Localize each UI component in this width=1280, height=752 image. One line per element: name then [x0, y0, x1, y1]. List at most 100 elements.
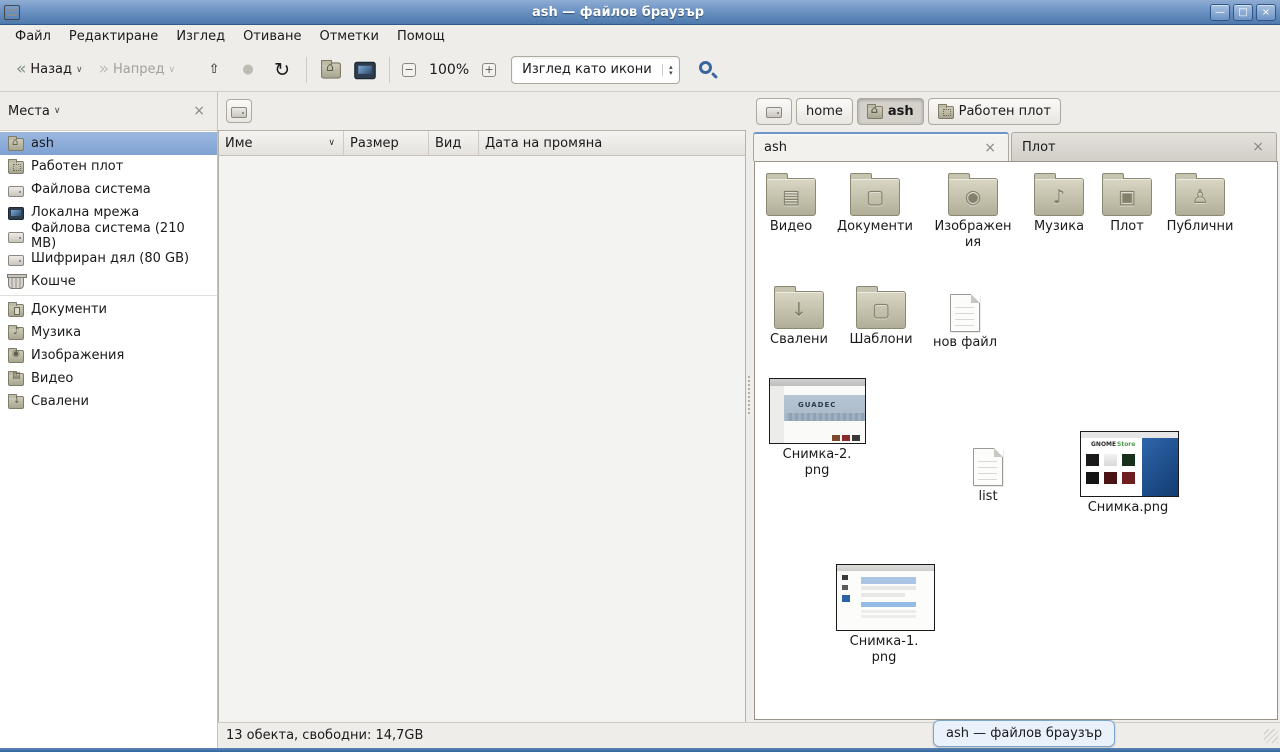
view-mode-select[interactable]: Изглед като икони ▴▾: [511, 56, 680, 84]
sidebar-close-button[interactable]: ×: [189, 103, 209, 119]
file-item[interactable]: Снимка-2. png: [769, 378, 865, 479]
maximize-button[interactable]: □: [1233, 4, 1253, 21]
menu-item[interactable]: Редактиране: [60, 27, 167, 46]
file-label: Изображен ия: [925, 219, 1021, 251]
place-icon: [8, 207, 24, 220]
menu-item[interactable]: Отиване: [234, 27, 310, 46]
tab[interactable]: ash ×: [753, 132, 1009, 161]
file-item[interactable]: Снимка-1. png: [836, 564, 932, 666]
sidebar-title: Места: [8, 104, 50, 119]
place-label: Кошче: [31, 274, 76, 289]
file-item[interactable]: ◉ Изображен ия: [925, 172, 1021, 251]
sidebar-item[interactable]: Файлова система (210 MB): [0, 224, 217, 247]
column-header-date[interactable]: Дата на промяна: [479, 131, 745, 155]
tab-label: Плот: [1022, 140, 1238, 155]
computer-button[interactable]: [348, 55, 382, 85]
minimize-button[interactable]: —: [1210, 4, 1230, 21]
emblem-icon: ▣: [1103, 179, 1151, 215]
column-header-name[interactable]: Име ∨: [219, 131, 344, 155]
stop-button[interactable]: ●: [231, 55, 265, 85]
file-item[interactable]: ▢ Шаблони: [833, 285, 929, 348]
forward-button[interactable]: » Напред ∨: [91, 55, 183, 85]
file-icon: [769, 378, 866, 444]
toolbar: « Назад ∨ » Напред ∨ ⇧ ● ↻ − 100% + Изгл: [0, 48, 1280, 92]
sort-indicator-icon: ∨: [328, 138, 337, 148]
drive-icon: [231, 107, 247, 118]
file-item[interactable]: list: [940, 443, 1036, 505]
path-button[interactable]: [756, 98, 792, 125]
menu-item[interactable]: Помощ: [388, 27, 454, 46]
column-header-size[interactable]: Размер: [344, 131, 429, 155]
tooltip-text: ash — файлов браузър: [946, 726, 1102, 741]
file-icon: ♙: [1175, 178, 1225, 216]
file-item[interactable]: ▢ Документи: [827, 172, 923, 235]
up-button[interactable]: ⇧: [197, 55, 231, 85]
sidebar-item[interactable]: Изображения: [0, 344, 217, 367]
place-icon: [8, 138, 24, 151]
tab-close-icon[interactable]: ×: [982, 141, 998, 155]
search-button[interactable]: [692, 55, 722, 85]
place-icon: [8, 350, 24, 363]
pane-splitter[interactable]: [746, 92, 752, 722]
resize-grip[interactable]: [1264, 729, 1278, 743]
home-button[interactable]: [314, 55, 348, 85]
path-button[interactable]: Работен плот: [928, 98, 1061, 125]
place-label: Локална мрежа: [31, 205, 139, 220]
statusbar: 13 обекта, свободни: 14,7GB: [218, 722, 1280, 748]
menu-item[interactable]: Файл: [6, 27, 60, 46]
places-list: ash Работен плот Файлова система: [0, 130, 217, 748]
icon-view-pane: home ash Работен плот: [752, 92, 1280, 722]
file-icon: [950, 294, 980, 332]
emblem-icon: ▢: [851, 179, 899, 215]
sidebar-pane-switcher[interactable]: Места ∨: [8, 104, 61, 119]
zoom-out-icon: −: [402, 63, 416, 77]
path-button[interactable]: home: [796, 98, 853, 125]
file-icon: [1080, 431, 1179, 497]
sidebar-item[interactable]: Шифриран дял (80 GB): [0, 247, 217, 270]
place-label: Работен плот: [31, 159, 123, 174]
spinner-icon: ▴▾: [662, 64, 679, 76]
tab[interactable]: Плот ×: [1011, 132, 1277, 161]
tab-close-icon[interactable]: ×: [1250, 140, 1266, 154]
sidebar-item[interactable]: Музика: [0, 321, 217, 344]
path-icon: [766, 107, 782, 118]
place-icon: [8, 396, 24, 409]
close-button[interactable]: ×: [1256, 4, 1276, 21]
back-dropdown-icon: ∨: [76, 65, 83, 75]
file-item[interactable]: Снимка.png: [1080, 431, 1176, 516]
file-item[interactable]: ♙ Публични: [1152, 172, 1248, 235]
file-label: Документи: [827, 219, 923, 235]
place-label: ash: [31, 136, 54, 151]
file-label: Шаблони: [833, 332, 929, 348]
sidebar-item[interactable]: Работен плот: [0, 155, 217, 178]
sidebar-item[interactable]: Файлова система: [0, 178, 217, 201]
menu-item[interactable]: Отметки: [310, 27, 387, 46]
computer-icon: [354, 62, 376, 80]
sidebar-item[interactable]: Кошче: [0, 270, 217, 293]
back-button[interactable]: « Назад ∨: [8, 55, 91, 85]
column-header-type[interactable]: Вид: [429, 131, 479, 155]
sidebar-item[interactable]: ash: [0, 132, 217, 155]
tab-bar: ash × Плот ×: [752, 130, 1280, 161]
place-label: Файлова система: [31, 182, 151, 197]
forward-dropdown-icon: ∨: [169, 65, 176, 75]
sidebar-item[interactable]: Свалени: [0, 390, 217, 413]
zoom-in-button[interactable]: +: [477, 59, 501, 81]
forward-label: Напред: [113, 62, 164, 77]
emblem-icon: ♙: [1176, 179, 1224, 215]
file-item[interactable]: нов файл: [917, 289, 1013, 351]
tree-header: Име ∨ Размер Вид Дата на промяна: [219, 131, 745, 156]
sidebar-item[interactable]: Видео: [0, 367, 217, 390]
tab-label: ash: [764, 140, 970, 155]
back-label: Назад: [30, 62, 72, 77]
file-icon: ◉: [948, 178, 998, 216]
location-toggle-button[interactable]: [226, 99, 252, 123]
place-icon: [8, 186, 24, 197]
reload-button[interactable]: ↻: [265, 55, 299, 85]
sidebar-item[interactable]: Документи: [0, 298, 217, 321]
menu-item[interactable]: Изглед: [167, 27, 234, 46]
tree-table: Име ∨ Размер Вид Дата на промяна: [218, 130, 746, 722]
path-button[interactable]: ash: [857, 98, 924, 125]
zoom-out-button[interactable]: −: [397, 59, 421, 81]
file-label: Снимка-2. png: [769, 447, 865, 479]
